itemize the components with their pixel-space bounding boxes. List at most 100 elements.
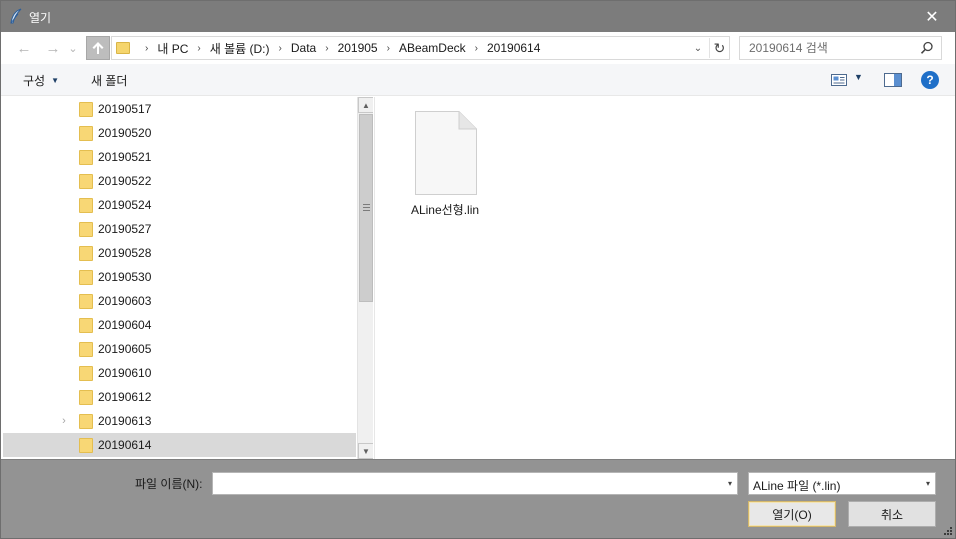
forward-arrow-icon: → [45, 39, 61, 57]
file-type-select[interactable]: ALine 파일 (*.lin) ▾ [748, 472, 936, 495]
tree-item-label: 20190603 [98, 294, 152, 308]
tree-item-label: 20190610 [98, 366, 152, 380]
tree-item[interactable]: 20190604 [3, 313, 356, 337]
filename-label: 파일 이름(N): [135, 477, 203, 491]
folder-icon [79, 414, 93, 429]
folder-icon [116, 42, 130, 54]
tree-item-label: 20190527 [98, 222, 152, 236]
breadcrumb-data[interactable]: Data [291, 41, 316, 55]
scroll-down-button[interactable]: ▼ [358, 443, 373, 459]
tree-item-label: 20190604 [98, 318, 152, 332]
folder-icon [79, 366, 93, 381]
folder-icon [79, 342, 93, 357]
close-button[interactable]: ✕ [909, 1, 955, 32]
breadcrumb-20190614[interactable]: 20190614 [487, 41, 540, 55]
breadcrumb-separator[interactable]: › [145, 43, 148, 54]
file-name: ALine선형.lin [410, 203, 480, 217]
recent-locations-button[interactable]: ⌄ [67, 37, 79, 59]
tree-item[interactable]: 20190521 [3, 145, 356, 169]
filename-dropdown-icon[interactable]: ▾ [728, 479, 732, 488]
window-title: 열기 [29, 11, 52, 25]
grip-icon [363, 204, 370, 211]
breadcrumb-volume-d[interactable]: 새 볼륨 (D:) [210, 40, 270, 57]
tree-item[interactable]: 20190517 [3, 97, 356, 121]
resize-grip-icon[interactable] [943, 526, 953, 536]
tree-item[interactable]: 20190612 [3, 385, 356, 409]
tree-item[interactable]: 20190530 [3, 265, 356, 289]
address-history-dropdown[interactable]: ⌄ [690, 40, 706, 56]
refresh-button[interactable]: ↻ [709, 38, 729, 58]
file-type-value: ALine 파일 (*.lin) [753, 479, 841, 493]
preview-pane-icon[interactable] [884, 72, 902, 88]
document-icon [415, 111, 477, 195]
tree-item[interactable]: 20190528 [3, 241, 356, 265]
tree-item-label: 20190517 [98, 102, 152, 116]
tree-item-label: 20190530 [98, 270, 152, 284]
folder-icon [79, 294, 93, 309]
filename-input[interactable] [217, 476, 717, 492]
search-icon[interactable] [919, 40, 935, 56]
tree-item[interactable]: 20190524 [3, 193, 356, 217]
tree-item-label: 20190520 [98, 126, 152, 140]
breadcrumb-separator[interactable]: › [197, 43, 200, 54]
scroll-up-button[interactable]: ▲ [358, 97, 373, 113]
scroll-thumb[interactable] [359, 114, 373, 302]
view-options-dropdown[interactable]: ▼ [854, 72, 863, 82]
breadcrumb: › 내 PC › 새 볼륨 (D:) › Data › 201905 › ABe… [136, 37, 540, 59]
tree-item-label: 20190524 [98, 198, 152, 212]
new-folder-button[interactable]: 새 폴더 [91, 72, 127, 89]
organize-label: 구성 [23, 74, 46, 88]
change-view-icon[interactable] [831, 73, 847, 87]
chevron-down-icon: ⌄ [68, 42, 78, 55]
folder-icon [79, 198, 93, 213]
navigation-pane: 20190517 20190520 20190521 20190522 20190524… [1, 97, 373, 459]
breadcrumb-201905[interactable]: 201905 [338, 41, 378, 55]
chevron-down-icon: ⌄ [693, 42, 703, 54]
tree-item[interactable]: 20190605 [3, 337, 356, 361]
search-input[interactable] [749, 40, 909, 56]
tree-item[interactable]: › 20190613 [3, 409, 356, 433]
breadcrumb-abeamdeck[interactable]: ABeamDeck [399, 41, 466, 55]
breadcrumb-separator[interactable]: › [325, 43, 328, 54]
tree-item[interactable]: 20190522 [3, 169, 356, 193]
tree-item[interactable]: 20190527 [3, 217, 356, 241]
cancel-button[interactable]: 취소 [848, 501, 936, 527]
chevron-down-icon: ▾ [925, 479, 930, 488]
open-file-dialog: 열기 ✕ ← → ⌄ › 내 PC › 새 볼륨 (D:) › Data › 2… [0, 0, 956, 539]
breadcrumb-separator[interactable]: › [475, 43, 478, 54]
breadcrumb-separator[interactable]: › [279, 43, 282, 54]
open-button[interactable]: 열기(O) [748, 501, 836, 527]
tree-item[interactable]: 20190603 [3, 289, 356, 313]
tree-item[interactable]: 20190614 [3, 433, 356, 457]
tree-item-label: 20190614 [98, 438, 152, 452]
tree-item[interactable]: 20190610 [3, 361, 356, 385]
tree-item-label: 20190522 [98, 174, 152, 188]
address-bar[interactable]: › 내 PC › 새 볼륨 (D:) › Data › 201905 › ABe… [111, 36, 730, 60]
folder-icon [79, 438, 93, 453]
up-one-level-button[interactable] [86, 36, 110, 60]
breadcrumb-this-pc[interactable]: 내 PC [157, 40, 188, 57]
file-item[interactable]: ALine선형.lin [405, 109, 485, 219]
close-icon: ✕ [925, 8, 939, 26]
forward-button[interactable]: → [42, 37, 64, 59]
back-arrow-icon: ← [16, 39, 32, 57]
tree-item-label: 20190612 [98, 390, 152, 404]
dialog-footer: 파일 이름(N): ▾ ALine 파일 (*.lin) ▾ 열기(O) 취소 [1, 459, 955, 538]
breadcrumb-separator[interactable]: › [387, 43, 390, 54]
chevron-right-icon[interactable]: › [59, 415, 69, 427]
address-row: ← → ⌄ › 내 PC › 새 볼륨 (D:) › Data › 201905 [1, 32, 955, 64]
filename-combobox: ▾ [212, 472, 738, 495]
organize-button[interactable]: 구성 ▼ [23, 72, 59, 89]
folder-icon [79, 390, 93, 405]
tree-item-label: 20190521 [98, 150, 152, 164]
folder-icon [79, 174, 93, 189]
tree-scrollbar[interactable]: ▲ ▼ [357, 97, 373, 459]
help-label: ? [926, 73, 934, 87]
tree-item-label: 20190613 [98, 414, 152, 428]
folder-icon [79, 126, 93, 141]
tree-item[interactable]: 20190520 [3, 121, 356, 145]
back-button[interactable]: ← [13, 37, 35, 59]
help-icon[interactable]: ? [921, 71, 939, 89]
search-box [739, 36, 942, 60]
tree-item-label: 20190528 [98, 246, 152, 260]
